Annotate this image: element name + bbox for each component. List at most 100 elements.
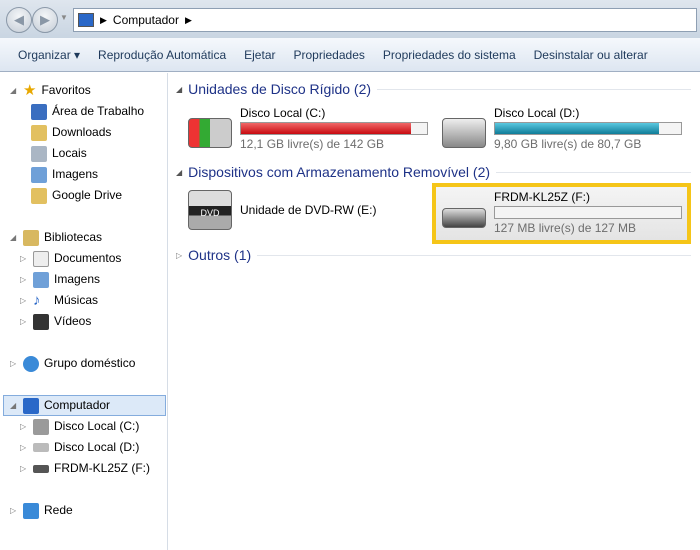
label: Disco Local (D:) <box>54 440 140 454</box>
usage-bar <box>240 122 428 135</box>
drive-tile-c[interactable]: Disco Local (C:) 12,1 GB livre(s) de 142… <box>188 106 428 151</box>
removable-drive-icon <box>33 464 49 473</box>
desktop-icon <box>31 103 47 120</box>
sidebar-network[interactable]: ▷ Rede <box>10 500 73 521</box>
group-title: Dispositivos com Armazenamento Removível… <box>188 164 491 180</box>
drive-icon <box>442 118 486 148</box>
drive-name: Disco Local (D:) <box>494 106 580 120</box>
computer-icon <box>78 13 94 27</box>
drive-name: Disco Local (C:) <box>240 106 326 120</box>
expand-icon[interactable]: ▷ <box>20 416 28 437</box>
music-icon: ♪ <box>33 292 41 309</box>
label: Vídeos <box>54 314 92 328</box>
drive-icon <box>33 443 49 452</box>
collapse-icon[interactable]: ◢ <box>176 168 182 177</box>
pictures-icon <box>31 166 47 183</box>
label: Documentos <box>54 251 122 265</box>
recent-pages-icon[interactable]: ▼ <box>60 13 68 22</box>
folder-icon <box>31 124 47 141</box>
group-header-removable[interactable]: ◢ Dispositivos com Armazenamento Removíve… <box>176 164 691 180</box>
group-header-others[interactable]: ▷ Outros (1) <box>176 247 691 263</box>
expand-icon[interactable]: ▷ <box>20 290 28 311</box>
sidebar-item-images[interactable]: Imagens <box>31 164 98 185</box>
sidebar-item-google-drive[interactable]: Google Drive <box>31 185 122 206</box>
network-icon <box>23 502 39 519</box>
uninstall-button[interactable]: Desinstalar ou alterar <box>525 48 657 62</box>
group-header-hdd[interactable]: ◢ Unidades de Disco Rígido (2) <box>176 81 691 97</box>
group-title: Unidades de Disco Rígido (2) <box>188 81 372 97</box>
expand-icon[interactable]: ▷ <box>20 311 28 332</box>
sidebar-computer[interactable]: ◢ Computador <box>3 395 166 416</box>
group-title: Outros (1) <box>188 247 252 263</box>
forward-button[interactable]: ▶ <box>32 7 58 33</box>
divider <box>257 254 691 256</box>
properties-button[interactable]: Propriedades <box>285 48 374 62</box>
label: Computador <box>44 398 111 412</box>
drive-tile-d[interactable]: Disco Local (D:) 9,80 GB livre(s) de 80,… <box>442 106 682 151</box>
eject-button[interactable]: Ejetar <box>235 48 284 62</box>
expand-icon[interactable]: ▷ <box>20 437 28 458</box>
command-bar: Organizar ▾ Reprodução Automática Ejetar… <box>0 38 700 72</box>
usage-bar <box>494 206 682 219</box>
address-bar[interactable]: ▶ Computador ▶ <box>73 8 697 32</box>
sidebar-homegroup[interactable]: ▷ Grupo doméstico <box>10 353 135 374</box>
expand-icon[interactable]: ◢ <box>10 80 18 101</box>
places-icon <box>31 145 47 162</box>
sidebar-item-places[interactable]: Locais <box>31 143 87 164</box>
sidebar-item-music[interactable]: ▷ ♪ Músicas <box>20 290 98 311</box>
windows-drive-icon <box>33 418 49 435</box>
divider <box>377 88 691 90</box>
sidebar-item-drive-d[interactable]: ▷ Disco Local (D:) <box>20 437 139 458</box>
label: Favoritos <box>41 83 91 97</box>
pictures-icon <box>33 271 49 288</box>
drive-free-space: 9,80 GB livre(s) de 80,7 GB <box>494 137 642 151</box>
windows-drive-icon <box>188 118 232 148</box>
back-button[interactable]: ◀ <box>6 7 32 33</box>
drive-tile-frdm-highlighted[interactable]: FRDM-KL25Z (F:) 127 MB livre(s) de 127 M… <box>432 183 691 244</box>
sidebar-item-drive-c[interactable]: ▷ Disco Local (C:) <box>20 416 139 437</box>
label: Bibliotecas <box>44 230 103 244</box>
homegroup-icon <box>23 355 39 372</box>
label: Google Drive <box>52 188 123 202</box>
expand-icon[interactable]: ◢ <box>10 227 18 248</box>
sidebar-favorites[interactable]: ◢ ★ Favoritos <box>10 80 91 101</box>
sidebar-libraries[interactable]: ◢ Bibliotecas <box>10 227 102 248</box>
dvd-drive-icon: DVD <box>188 190 232 230</box>
sidebar-item-documents[interactable]: ▷ Documentos <box>20 248 121 269</box>
expand-icon[interactable]: ▷ <box>20 458 28 479</box>
expand-icon[interactable]: ▷ <box>10 500 18 521</box>
sidebar-item-lib-images[interactable]: ▷ Imagens <box>20 269 100 290</box>
expand-icon[interactable]: ▷ <box>176 251 182 260</box>
expand-icon[interactable]: ◢ <box>10 395 18 416</box>
divider <box>496 171 691 173</box>
label: Grupo doméstico <box>44 356 136 370</box>
star-icon: ★ <box>23 82 37 99</box>
drive-name: Unidade de DVD-RW (E:) <box>240 203 377 217</box>
removable-drive-icon <box>442 208 486 228</box>
sidebar-item-videos[interactable]: ▷ Vídeos <box>20 311 91 332</box>
label: Área de Trabalho <box>52 104 145 118</box>
autoplay-button[interactable]: Reprodução Automática <box>89 48 235 62</box>
system-properties-button[interactable]: Propriedades do sistema <box>374 48 525 62</box>
sidebar-item-desktop[interactable]: Área de Trabalho <box>31 101 144 122</box>
label: Imagens <box>52 167 99 181</box>
organize-button[interactable]: Organizar ▾ <box>0 48 89 62</box>
label: Downloads <box>52 125 112 139</box>
collapse-icon[interactable]: ◢ <box>176 85 182 94</box>
sidebar-item-downloads[interactable]: Downloads <box>31 122 111 143</box>
sidebar-item-drive-f[interactable]: ▷ FRDM-KL25Z (F:) <box>20 458 150 479</box>
libraries-icon <box>23 229 39 246</box>
usage-bar <box>494 122 682 135</box>
breadcrumb-chevron-icon[interactable]: ▶ <box>185 15 192 26</box>
expand-icon[interactable]: ▷ <box>20 269 28 290</box>
drive-tile-dvd[interactable]: DVD Unidade de DVD-RW (E:) <box>188 190 377 230</box>
expand-icon[interactable]: ▷ <box>10 353 18 374</box>
google-drive-folder-icon <box>31 187 47 204</box>
label: FRDM-KL25Z (F:) <box>54 461 150 475</box>
breadcrumb-computer[interactable]: Computador <box>113 13 179 27</box>
label: Locais <box>52 146 87 160</box>
expand-icon[interactable]: ▷ <box>20 248 28 269</box>
drive-name: FRDM-KL25Z (F:) <box>494 190 590 204</box>
computer-icon <box>23 397 39 414</box>
breadcrumb-separator-icon: ▶ <box>100 14 107 25</box>
